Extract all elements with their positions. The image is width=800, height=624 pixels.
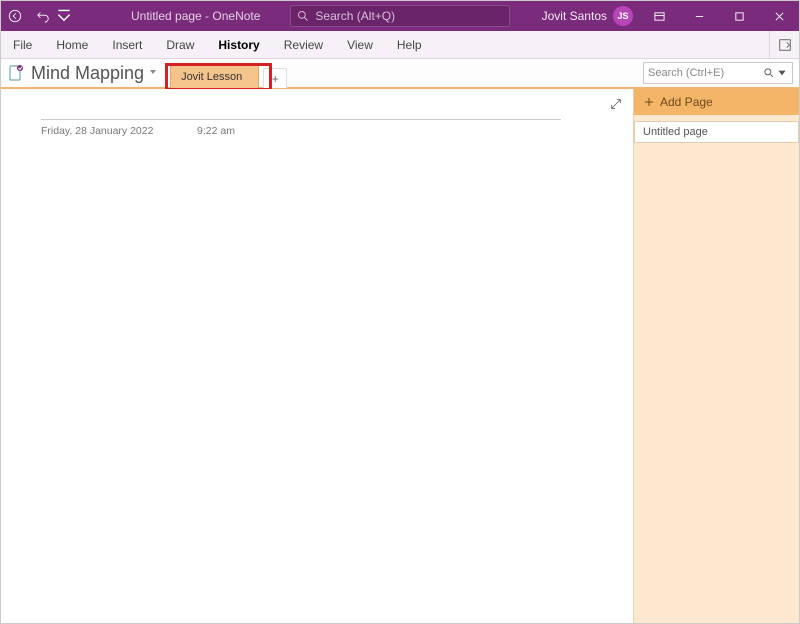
page-date: Friday, 28 January 2022 (41, 125, 153, 137)
ribbon-display-options[interactable] (639, 1, 679, 31)
fullpage-toggle[interactable] (609, 97, 623, 116)
page-search-placeholder: Search (Ctrl+E) (648, 67, 724, 79)
ribbon-tab-help[interactable]: Help (385, 31, 434, 58)
undo-button[interactable] (29, 1, 57, 31)
page-search[interactable]: Search (Ctrl+E) (643, 62, 793, 84)
notebook-bar: Mind Mapping Jovit Lesson + Search (Ctrl… (1, 59, 799, 89)
add-page-button[interactable]: Add Page (634, 89, 799, 115)
maximize-button[interactable] (719, 1, 759, 31)
ribbon-tab-review[interactable]: Review (272, 31, 335, 58)
ribbon-tab-file[interactable]: File (1, 31, 44, 58)
search-icon (763, 67, 775, 79)
ribbon-tab-home[interactable]: Home (44, 31, 100, 58)
back-button[interactable] (1, 1, 29, 31)
chevron-down-icon (148, 67, 158, 77)
notebook-icon (7, 64, 25, 82)
tell-me-placeholder: Search (Alt+Q) (315, 9, 395, 23)
page-list-panel: Add Page Untitled page (633, 89, 799, 623)
add-section-button[interactable]: + (263, 68, 287, 88)
page-list-item[interactable]: Untitled page (634, 121, 799, 143)
notebook-dropdown[interactable] (148, 64, 158, 82)
notebook-name[interactable]: Mind Mapping (31, 63, 144, 84)
close-button[interactable] (759, 1, 799, 31)
window-title: Untitled page - OneNote (131, 9, 260, 23)
section-tabs: Jovit Lesson + (170, 58, 287, 88)
plus-icon (644, 97, 654, 107)
add-page-label: Add Page (660, 95, 713, 109)
ribbon-tabs: File Home Insert Draw History Review Vie… (1, 31, 799, 59)
search-scope-button[interactable] (763, 67, 788, 79)
chevron-down-icon (776, 67, 788, 79)
page-canvas[interactable]: Friday, 28 January 2022 9:22 am (1, 89, 633, 623)
ribbon-tab-draw[interactable]: Draw (154, 31, 206, 58)
account-button[interactable]: Jovit Santos JS (542, 6, 633, 26)
minimize-button[interactable] (679, 1, 719, 31)
tell-me-search[interactable]: Search (Alt+Q) (290, 5, 510, 27)
title-bar: Untitled page - OneNote Search (Alt+Q) J… (1, 1, 799, 31)
user-avatar: JS (613, 6, 633, 26)
page-time: 9:22 am (197, 125, 235, 137)
ribbon-tab-history[interactable]: History (206, 31, 271, 58)
notebook-nav-button[interactable] (5, 62, 27, 84)
collapse-ribbon-button[interactable] (769, 31, 799, 58)
qat-customize-button[interactable] (57, 1, 71, 31)
ribbon-tab-insert[interactable]: Insert (100, 31, 154, 58)
ribbon-tab-view[interactable]: View (335, 31, 385, 58)
search-icon (297, 10, 309, 22)
user-name: Jovit Santos (542, 9, 607, 23)
section-tab-jovit-lesson[interactable]: Jovit Lesson (170, 64, 259, 88)
